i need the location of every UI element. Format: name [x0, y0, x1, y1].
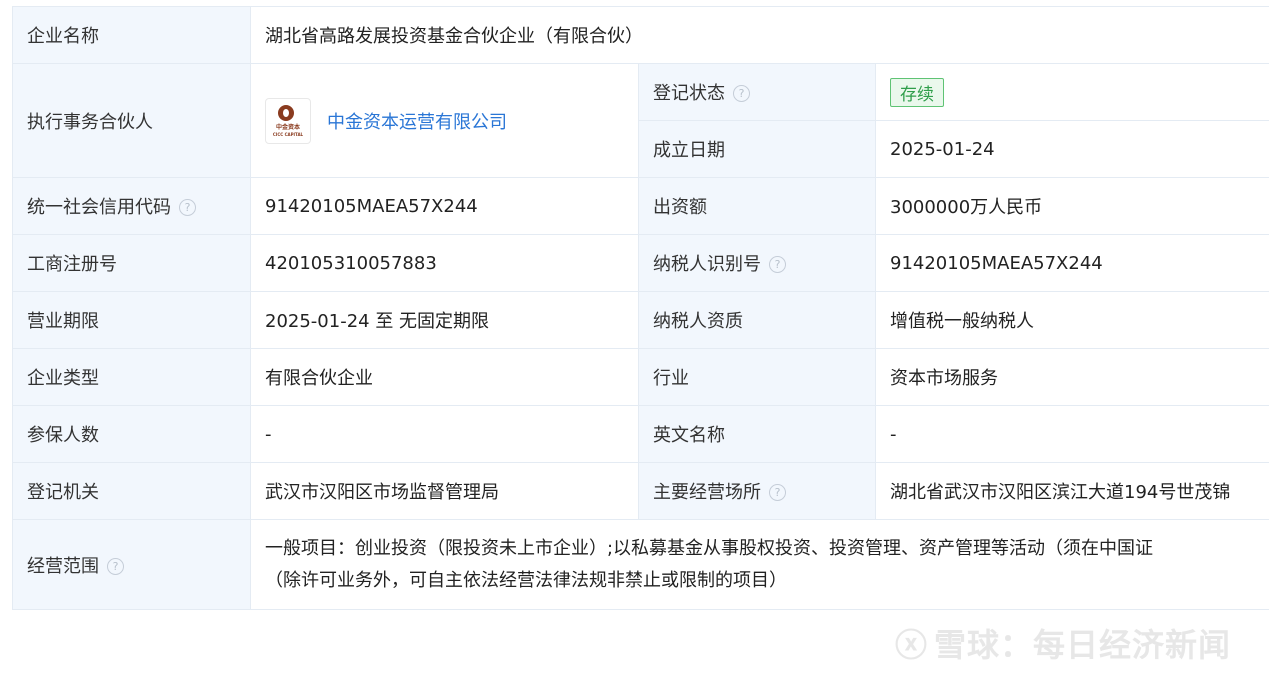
partner-label: 执行事务合伙人 — [12, 63, 251, 178]
status-badge: 存续 — [890, 77, 944, 107]
tax-qual-label: 纳税人资质 — [638, 291, 876, 349]
watermark-text: 雪球：每日经济新闻 — [933, 626, 1231, 664]
founded-label: 成立日期 — [638, 120, 876, 178]
taxpayer-id-help-icon[interactable]: ? — [769, 256, 786, 273]
address-value: 湖北省武汉市汉阳区滨江大道194号世茂锦 — [874, 462, 1269, 520]
scope-line-2: （除许可业务外，可自主依法经营法律法规非禁止或限制的项目） — [265, 569, 787, 591]
scope-label: 经营范围? — [12, 519, 251, 610]
reg-no-value: 420105310057883 — [250, 234, 639, 292]
address-label: 主要经营场所? — [638, 462, 876, 520]
xueqiu-logo-icon: ⓧ — [894, 626, 928, 664]
company-name-value: 湖北省高路发展投资基金合伙企业（有限合伙） — [249, 6, 1269, 64]
row-company-name: 企业名称 湖北省高路发展投资基金合伙企业（有限合伙） — [12, 6, 1269, 64]
scope-line-1: 一般项目：创业投资（限投资未上市企业）;以私募基金从事股权投资、投资管理、资产管… — [265, 537, 1154, 559]
credit-code-value: 91420105MAEA57X244 — [250, 177, 639, 235]
watermark: ⓧ 雪球：每日经济新闻 — [895, 620, 1231, 666]
insured-value: - — [250, 405, 639, 463]
capital-label: 出资额 — [638, 177, 876, 235]
row-partner-status: 执行事务合伙人 中金资本 CICC CAPITAL 中金资本运营有限公司 登记状态… — [12, 63, 1269, 178]
taxpayer-id-value: 91420105MAEA57X244 — [874, 234, 1269, 292]
authority-value: 武汉市汉阳区市场监督管理局 — [250, 462, 639, 520]
status-value-cell: 存续 — [874, 63, 1269, 121]
partner-cell: 中金资本 CICC CAPITAL 中金资本运营有限公司 — [250, 63, 639, 178]
row-company-type: 企业类型 有限合伙企业 行业 资本市场服务 — [12, 348, 1269, 406]
company-name-label: 企业名称 — [12, 6, 251, 64]
english-name-label: 英文名称 — [638, 405, 876, 463]
capital-value: 3000000万人民币 — [874, 177, 1269, 235]
term-label: 营业期限 — [12, 291, 251, 349]
authority-label: 登记机关 — [12, 462, 251, 520]
row-authority: 登记机关 武汉市汉阳区市场监督管理局 主要经营场所? 湖北省武汉市汉阳区滨江大道… — [12, 462, 1269, 520]
status-help-icon[interactable]: ? — [733, 85, 750, 102]
company-type-label: 企业类型 — [12, 348, 251, 406]
company-type-value: 有限合伙企业 — [250, 348, 639, 406]
credit-code-help-icon[interactable]: ? — [179, 199, 196, 216]
partner-logo-mark-icon — [278, 104, 294, 121]
row-credit-code: 统一社会信用代码? 91420105MAEA57X244 出资额 3000000… — [12, 177, 1269, 235]
status-label: 登记状态? — [638, 63, 876, 121]
partner-name-link[interactable]: 中金资本运营有限公司 — [327, 112, 507, 133]
address-help-icon[interactable]: ? — [769, 484, 786, 501]
founded-value: 2025-01-24 — [874, 120, 1269, 178]
row-scope: 经营范围? 一般项目：创业投资（限投资未上市企业）;以私募基金从事股权投资、投资… — [12, 519, 1269, 610]
credit-code-label: 统一社会信用代码? — [12, 177, 251, 235]
reg-no-label: 工商注册号 — [12, 234, 251, 292]
english-name-value: - — [874, 405, 1269, 463]
scope-help-icon[interactable]: ? — [107, 557, 124, 575]
row-reg-no: 工商注册号 420105310057883 纳税人识别号? 91420105MA… — [12, 234, 1269, 292]
partner-logo-text: 中金资本 CICC CAPITAL — [272, 123, 304, 137]
row-insured: 参保人数 - 英文名称 - — [12, 405, 1269, 463]
tax-qual-value: 增值税一般纳税人 — [874, 291, 1269, 349]
row-term: 营业期限 2025-01-24 至 无固定期限 纳税人资质 增值税一般纳税人 — [12, 291, 1269, 349]
term-value: 2025-01-24 至 无固定期限 — [250, 291, 639, 349]
scope-value: 一般项目：创业投资（限投资未上市企业）;以私募基金从事股权投资、投资管理、资产管… — [249, 519, 1269, 610]
taxpayer-id-label: 纳税人识别号? — [638, 234, 876, 292]
industry-value: 资本市场服务 — [874, 348, 1269, 406]
industry-label: 行业 — [638, 348, 876, 406]
company-info-table: 企业名称 湖北省高路发展投资基金合伙企业（有限合伙） 执行事务合伙人 中金资本 C… — [12, 6, 1269, 610]
partner-logo[interactable]: 中金资本 CICC CAPITAL — [265, 97, 311, 144]
insured-label: 参保人数 — [12, 405, 251, 463]
